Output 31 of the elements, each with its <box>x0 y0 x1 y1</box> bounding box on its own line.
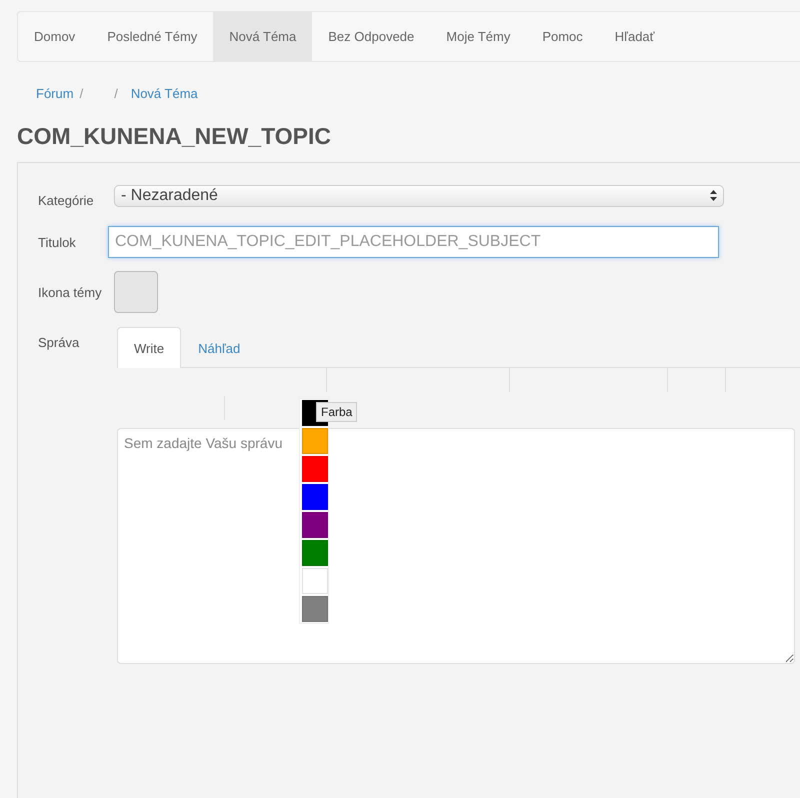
message-textarea[interactable]: Sem zadajte Vašu správu <box>117 428 795 664</box>
subject-input[interactable]: COM_KUNENA_TOPIC_EDIT_PLACEHOLDER_SUBJECT <box>108 226 719 258</box>
field-label: Titulok <box>38 234 77 250</box>
nav-item[interactable]: Nová Téma <box>213 12 312 61</box>
topic-icon-picker[interactable] <box>114 271 158 313</box>
breadcrumb-separator: / <box>80 86 84 100</box>
field-label: Ikona témy <box>38 284 103 300</box>
color-swatch[interactable] <box>302 512 328 538</box>
color-swatch[interactable] <box>302 596 328 622</box>
field-label: Správa <box>38 335 80 350</box>
category-select[interactable]: - Nezaradené <box>114 184 724 206</box>
page-title: COM_KUNENA_NEW_TOPIC <box>17 124 332 151</box>
field-label: Kategórie <box>38 193 95 208</box>
nav-item[interactable]: Domov <box>18 12 92 61</box>
nav-item[interactable]: Posledné Témy <box>91 12 214 61</box>
nav-item[interactable]: Hľadať <box>598 12 671 61</box>
breadcrumb-separator: / <box>114 86 118 100</box>
editor-tab[interactable]: Náhľad <box>181 327 258 368</box>
color-swatch[interactable] <box>302 428 328 454</box>
updown-icon <box>710 190 717 201</box>
color-swatch[interactable] <box>302 568 328 594</box>
color-swatch[interactable] <box>302 456 328 482</box>
breadcrumb-link[interactable]: Fórum <box>36 86 74 100</box>
tooltip: Farba <box>316 402 358 422</box>
color-swatch[interactable] <box>302 540 328 566</box>
nav-item[interactable]: Pomoc <box>526 12 599 61</box>
nav-item[interactable]: Bez Odpovede <box>312 12 430 61</box>
nav-item[interactable]: Moje Témy <box>430 12 526 61</box>
color-swatch[interactable] <box>302 484 328 510</box>
editor-tab[interactable]: Write <box>117 327 182 368</box>
breadcrumb-link[interactable]: Nová Téma <box>130 86 198 100</box>
